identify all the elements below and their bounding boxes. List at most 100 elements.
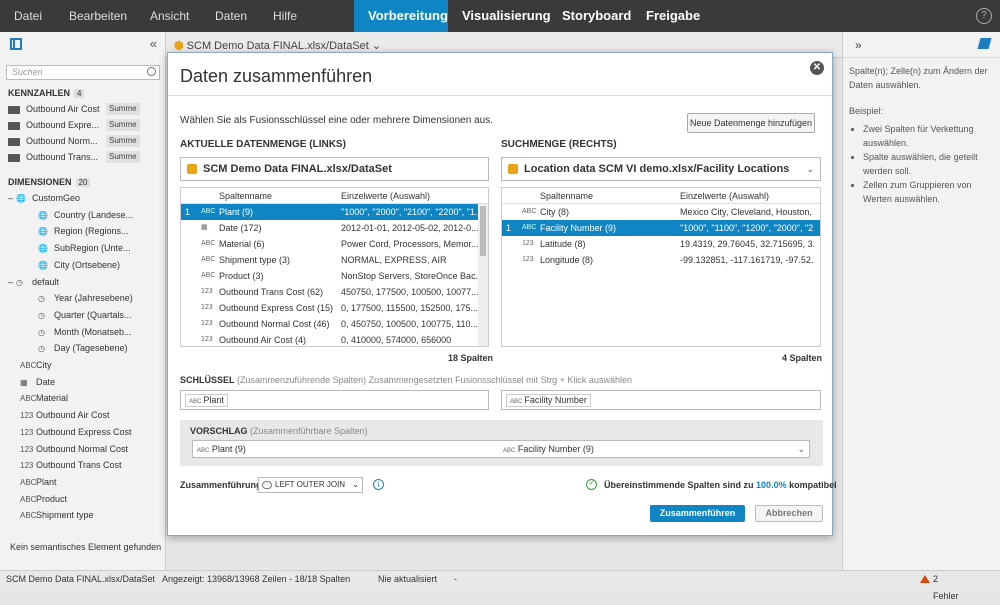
panel-toggle-icon[interactable] xyxy=(10,38,22,50)
right-dataset-select[interactable]: Location data SCM VI demo.xlsx/Facility … xyxy=(501,157,821,181)
error-indicator[interactable]: 2 Fehler xyxy=(920,571,959,601)
menu-bar: Datei Bearbeiten Ansicht Daten Hilfe Vor… xyxy=(0,0,1000,32)
dataset-cube-icon xyxy=(508,164,518,174)
dimension-item[interactable]: – 🌐 CustomGeo xyxy=(8,191,80,205)
measure-item[interactable]: Outbound Expre... Summe xyxy=(8,118,160,132)
dialog-intro: Wählen Sie als Fusionsschlüssel eine ode… xyxy=(180,115,493,126)
right-key-field[interactable]: ABC Facility Number xyxy=(501,390,821,410)
column-row[interactable]: 123 Outbound Trans Cost (62) 450750, 17750… xyxy=(181,284,488,300)
measure-item[interactable]: Outbound Air Cost Summe xyxy=(8,102,160,116)
dimension-item[interactable]: 123 Outbound Trans Cost xyxy=(20,458,122,472)
column-row[interactable]: ABC Product (3) NonStop Servers, StoreOnce… xyxy=(181,268,488,284)
close-icon[interactable]: ✕ xyxy=(810,61,824,75)
left-key-field[interactable]: ABC Plant xyxy=(180,390,489,410)
menu-datei[interactable]: Datei xyxy=(0,0,56,32)
expand-icon[interactable]: » xyxy=(855,38,862,52)
type-icon: 123 xyxy=(201,304,213,311)
menu-bearbeiten[interactable]: Bearbeiten xyxy=(55,0,141,32)
dataset-cube-icon: ⬢ xyxy=(174,40,184,52)
type-123-icon: 123 xyxy=(20,411,34,421)
column-row[interactable]: ABC City (8) Mexico City, Cleveland, Houst… xyxy=(502,204,820,220)
menu-daten[interactable]: Daten xyxy=(201,0,261,32)
dimension-item[interactable]: – ◷ default xyxy=(8,275,59,289)
dimension-item[interactable]: 🌐 Country (Landese... xyxy=(38,208,133,222)
column-row[interactable]: ABC Material (6) Power Cord, Processors, M… xyxy=(181,236,488,252)
dimension-item[interactable]: 123 Outbound Air Cost xyxy=(20,408,110,422)
key-tag-facility-number[interactable]: ABC Facility Number xyxy=(506,394,591,407)
dimension-item[interactable]: ◷ Day (Tagesebene) xyxy=(38,341,128,355)
tree-collapse-icon[interactable]: – xyxy=(8,277,13,287)
mode-storyboard[interactable]: Storyboard xyxy=(548,0,645,32)
column-row[interactable]: 123 Outbound Normal Cost (46) 0, 450750, 1… xyxy=(181,316,488,332)
dimension-item[interactable]: ▦ Date xyxy=(20,375,55,389)
menu-ansicht[interactable]: Ansicht xyxy=(136,0,203,32)
key-tag-plant[interactable]: ABC Plant xyxy=(185,394,228,407)
column-row[interactable]: 1 ABC Plant (9) "1000", "2000", "2100", "22… xyxy=(181,204,488,220)
search-placeholder: Suchen xyxy=(12,67,43,77)
dimension-item[interactable]: ABCPlant xyxy=(20,475,57,489)
help-icon[interactable]: ? xyxy=(976,8,992,24)
help-text: Spalte(n); Zelle(n) zum Ändern der Daten… xyxy=(849,66,988,90)
dimension-item[interactable]: ◷ Year (Jahresebene) xyxy=(38,291,133,305)
check-icon: ✓ xyxy=(586,479,597,490)
status-bar: SCM Demo Data FINAL.xlsx/DataSet Angezei… xyxy=(0,570,1000,601)
mode-vorbereitung[interactable]: Vorbereitung xyxy=(354,0,448,32)
tree-collapse-icon[interactable]: – xyxy=(8,193,13,203)
dimensions-header[interactable]: DIMENSIONEN 20 xyxy=(8,177,91,187)
status-dash: - xyxy=(454,574,457,584)
chevron-down-icon: ⌄ xyxy=(797,444,805,454)
help-bullet: Zwei Spalten für Verkettung auswählen. xyxy=(863,122,994,150)
collapse-icon[interactable]: « xyxy=(150,36,157,51)
column-row[interactable]: 123 Outbound Express Cost (15) 0, 177500, … xyxy=(181,300,488,316)
join-type-select[interactable]: LEFT OUTER JOIN ⌄ xyxy=(258,477,363,493)
right-dataset-header: SUCHMENGE (RECHTS) xyxy=(501,139,617,150)
dimension-item[interactable]: ◷ Quarter (Quartals... xyxy=(38,308,132,322)
dimension-item[interactable]: ABCShipment type xyxy=(20,508,94,522)
edit-icon[interactable] xyxy=(977,38,992,49)
type-icon: ABC xyxy=(522,224,537,231)
column-row[interactable]: 123 Latitude (8) 19.4319, 29.76045, 32.715… xyxy=(502,236,820,252)
menu-hilfe[interactable]: Hilfe xyxy=(259,0,311,32)
globe-icon: 🌐 xyxy=(38,227,48,237)
cancel-button[interactable]: Abbrechen xyxy=(755,505,823,522)
dimension-item[interactable]: 🌐 SubRegion (Unte... xyxy=(38,241,131,255)
clock-icon: ◷ xyxy=(38,327,45,337)
dimension-item[interactable]: ABCProduct xyxy=(20,492,67,506)
merge-button[interactable]: Zusammenführen xyxy=(650,505,745,522)
key-section-label: SCHLÜSSEL (Zusammenzuführende Spalten) Z… xyxy=(180,375,632,385)
dimension-item[interactable]: 🌐 Region (Regions... xyxy=(38,224,129,238)
column-row[interactable]: 123 Longitude (8) -99.132851, -117.161719,… xyxy=(502,252,820,268)
add-dataset-button[interactable]: Neue Datenmenge hinzufügen xyxy=(687,113,815,133)
left-table-scrollbar[interactable] xyxy=(478,204,488,346)
dimension-item[interactable]: 123 Outbound Normal Cost xyxy=(20,442,128,456)
column-row[interactable]: ABC Shipment type (3) NORMAL, EXPRESS, AIR xyxy=(181,252,488,268)
right-columns-table: Spaltenname Einzelwerte (Auswahl) ABC Cit… xyxy=(501,187,821,347)
dataset-selector[interactable]: ⬢ SCM Demo Data FINAL.xlsx/DataSet ⌄ xyxy=(174,39,381,52)
dimension-item[interactable]: 123 Outbound Express Cost xyxy=(20,425,132,439)
dimension-item[interactable]: 🌐 City (Ortsebene) xyxy=(38,258,120,272)
measure-item[interactable]: Outbound Trans... Summe xyxy=(8,150,160,164)
search-input[interactable]: Suchen xyxy=(6,65,160,80)
type-ABC-icon: ABC xyxy=(20,511,37,521)
merge-dialog: Daten zusammenführen ✕ Wählen Sie als Fu… xyxy=(167,52,837,536)
dimension-item[interactable]: ABCCity xyxy=(20,358,52,372)
join-label: Zusammenführung xyxy=(180,480,262,490)
info-icon[interactable]: i xyxy=(373,479,384,490)
measure-icon xyxy=(8,153,20,162)
example-label: Beispiel: xyxy=(849,106,884,116)
type-ABC-icon: ABC xyxy=(20,494,37,504)
column-row[interactable]: 123 Outbound Air Cost (4) 0, 410000, 57400… xyxy=(181,332,488,346)
suggestion-select[interactable]: ABC Plant (9) ABC Facility Number (9) ⌄ xyxy=(192,440,810,458)
search-icon[interactable] xyxy=(147,67,156,76)
mode-freigabe[interactable]: Freigabe xyxy=(632,0,714,32)
dimension-item[interactable]: ◷ Month (Monatseb... xyxy=(38,325,132,339)
measure-icon xyxy=(8,137,20,146)
type-ABC-icon: ABC xyxy=(20,394,37,404)
measures-header[interactable]: KENNZAHLEN 4 xyxy=(8,88,85,98)
column-row[interactable]: 1 ABC Facility Number (9) "1000", "1100", "… xyxy=(502,220,820,236)
column-row[interactable]: ▦ Date (172) 2012-01-01, 2012-05-02, 2012-… xyxy=(181,220,488,236)
measure-item[interactable]: Outbound Norm... Summe xyxy=(8,134,160,148)
column-header-name: Spaltenname xyxy=(540,191,594,201)
dataset-cube-icon xyxy=(187,164,197,174)
dimension-item[interactable]: ABCMaterial xyxy=(20,391,68,405)
